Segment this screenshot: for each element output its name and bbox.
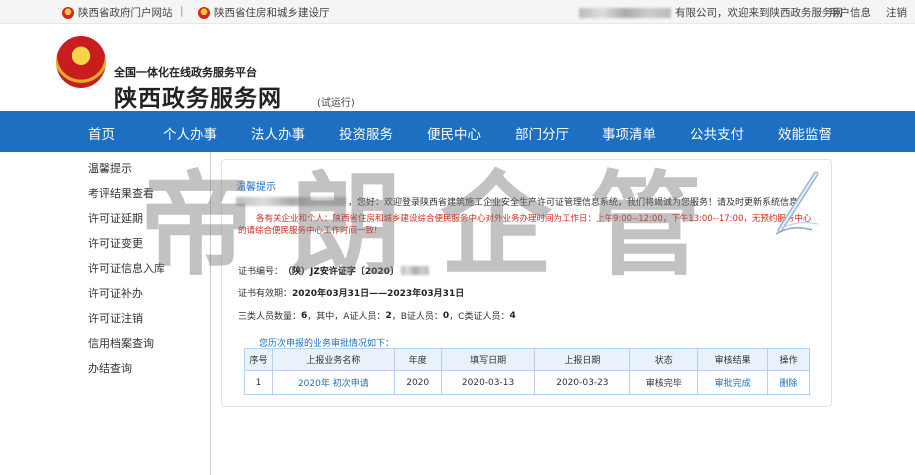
col-header: 审核结果 <box>697 348 769 371</box>
cert-validity: 证书有效期： 2020年03月31日——2023年03月31日 <box>238 286 464 299</box>
site-title[interactable]: 陕西政务服务网 <box>114 79 282 113</box>
redacted-cert-number <box>400 266 429 275</box>
welcome-user: 有限公司，欢迎来到陕西政务服务网 <box>579 5 843 20</box>
cert-number: 证书编号： （陕）JZ安许证字〔2020〕 <box>238 264 429 277</box>
col-header: 填写日期 <box>440 348 536 371</box>
nav-item-list[interactable]: 事项清单 <box>602 123 656 143</box>
office-hours-notice: 各有关企业和个人：陕西省住房和城乡建设综合便民服务中心对外业务办理时间为工作日：… <box>238 214 812 236</box>
delete-button[interactable]: 删除 <box>767 370 810 395</box>
sidebar-item-cancel[interactable]: 许可证注销 <box>88 310 143 326</box>
nav-home[interactable]: 首页 <box>88 123 115 143</box>
sidebar-item-tips[interactable]: 温馨提示 <box>88 160 132 176</box>
divider: | <box>180 5 184 17</box>
nav-investment[interactable]: 投资服务 <box>339 123 393 143</box>
col-header: 操作 <box>767 348 810 371</box>
row-business-name[interactable]: 2020年 初次申请 <box>271 370 395 395</box>
sidebar-item-completed[interactable]: 办结查询 <box>88 360 132 376</box>
staff-prefix: 三类人员数量： <box>238 312 302 322</box>
welcome-text: 有限公司，欢迎来到陕西政务服务网 <box>675 7 843 19</box>
nav-personal[interactable]: 个人办事 <box>163 123 217 143</box>
table-header-row: 序号 上报业务名称 年度 填写日期 上报日期 状态 审核结果 操作 <box>244 348 810 371</box>
row-status: 审核完毕 <box>629 370 699 395</box>
logout-link[interactable]: 注销 <box>886 5 907 20</box>
housing-dept-link[interactable]: 陕西省住房和城乡建设厅 <box>198 5 330 20</box>
emblem-icon <box>62 6 74 19</box>
staff-a-label: ，其中，A证人员： <box>307 312 386 322</box>
row-report-date: 2020-03-23 <box>534 370 631 395</box>
nav-legal-entity[interactable]: 法人办事 <box>251 123 305 143</box>
row-fill-date: 2020-03-13 <box>440 370 536 395</box>
main-nav: 首页 个人办事 法人办事 投资服务 便民中心 部门分厅 事项清单 公共支付 效能… <box>0 111 915 152</box>
cert-validity-value: 2020年03月31日——2023年03月31日 <box>292 289 465 299</box>
sidebar-item-evaluation[interactable]: 考评结果查看 <box>88 185 154 201</box>
table-row: 1 2020年 初次申请 2020 2020-03-13 2020-03-23 … <box>244 370 810 395</box>
top-bar: 陕西省政府门户网站 | 陕西省住房和城乡建设厅 有限公司，欢迎来到陕西政务服务网… <box>0 0 915 24</box>
housing-dept-label[interactable]: 陕西省住房和城乡建设厅 <box>214 5 330 20</box>
gov-portal-label[interactable]: 陕西省政府门户网站 <box>78 5 173 20</box>
sidebar-item-store[interactable]: 许可证信息入库 <box>88 260 165 276</box>
nav-departments[interactable]: 部门分厅 <box>515 123 569 143</box>
staff-b-label: ，B证人员： <box>391 312 443 322</box>
emblem-icon <box>198 6 210 19</box>
nav-supervision[interactable]: 效能监督 <box>778 123 832 143</box>
sidebar-item-credit[interactable]: 信用档案查询 <box>88 335 154 351</box>
col-header: 上报业务名称 <box>271 348 395 371</box>
history-table: 序号 上报业务名称 年度 填写日期 上报日期 状态 审核结果 操作 1 2020… <box>244 348 810 395</box>
sidebar-item-reissue[interactable]: 许可证补办 <box>88 285 143 301</box>
welcome-message: ，您好：欢迎登录陕西省建筑施工企业安全生产许可证管理信息系统，我们将竭诚为您服务… <box>348 198 799 208</box>
col-header: 状态 <box>629 348 699 371</box>
col-header: 序号 <box>244 348 273 371</box>
national-emblem-icon <box>56 36 106 88</box>
notice-title: 温馨提示 <box>236 182 276 193</box>
nav-convenience[interactable]: 便民中心 <box>427 123 481 143</box>
gov-portal-link[interactable]: 陕西省政府门户网站 <box>62 5 173 20</box>
staff-c: 4 <box>509 310 516 321</box>
cert-number-value: （陕）JZ安许证字〔2020〕 <box>283 267 399 277</box>
col-header: 年度 <box>393 348 442 371</box>
sidebar-item-change[interactable]: 许可证变更 <box>88 235 143 251</box>
row-no: 1 <box>244 370 273 395</box>
redacted-company-name <box>579 7 671 18</box>
row-year: 2020 <box>393 370 442 395</box>
sidebar-item-extend[interactable]: 许可证延期 <box>88 210 143 226</box>
staff-count: 三类人员数量： 6 ，其中，A证人员： 2 ，B证人员： 0 ，C类证人员： 4 <box>238 309 516 323</box>
platform-subtitle: 全国一体化在线政务服务平台 <box>114 66 257 79</box>
cert-validity-label: 证书有效期： <box>238 289 293 299</box>
welcome-line: ，您好：欢迎登录陕西省建筑施工企业安全生产许可证管理信息系统，我们将竭诚为您服务… <box>236 195 798 208</box>
site-header: 全国一体化在线政务服务平台 陕西政务服务网 (试运行) <box>0 24 915 113</box>
user-info-link[interactable]: 用户信息 <box>829 5 871 20</box>
pen-icon <box>775 171 819 235</box>
staff-c-label: ，C类证人员： <box>449 312 510 322</box>
row-result[interactable]: 审批完成 <box>697 370 769 395</box>
redacted-company-name <box>236 197 346 206</box>
trial-badge: (试运行) <box>317 98 355 109</box>
col-header: 上报日期 <box>534 348 631 371</box>
sidebar-divider <box>210 152 211 475</box>
cert-number-label: 证书编号： <box>238 267 284 277</box>
nav-public-payment[interactable]: 公共支付 <box>690 123 744 143</box>
